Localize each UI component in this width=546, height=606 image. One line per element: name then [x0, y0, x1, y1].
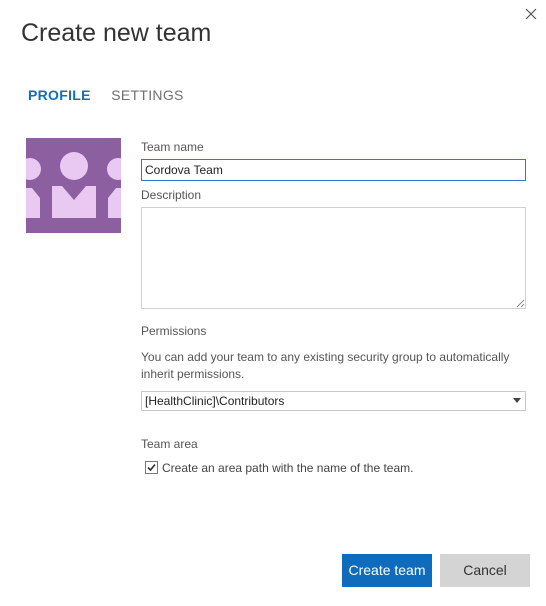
area-path-checkbox-label[interactable]: Create an area path with the name of the…	[162, 461, 413, 475]
tab-profile[interactable]: PROFILE	[28, 87, 91, 103]
dialog-title: Create new team	[21, 19, 212, 47]
team-area-label: Team area	[141, 437, 198, 451]
cancel-button[interactable]: Cancel	[440, 554, 530, 587]
description-textarea[interactable]	[141, 207, 526, 309]
permissions-help-text: You can add your team to any existing se…	[141, 350, 510, 381]
area-path-option: Create an area path with the name of the…	[145, 459, 413, 477]
close-icon[interactable]	[521, 4, 541, 24]
team-avatar[interactable]	[26, 138, 121, 233]
checkmark-icon	[147, 464, 156, 472]
tab-settings[interactable]: SETTINGS	[111, 87, 183, 103]
create-team-button[interactable]: Create team	[342, 554, 432, 587]
team-name-label: Team name	[141, 140, 204, 154]
team-name-input[interactable]	[141, 159, 526, 181]
permissions-select[interactable]: [HealthClinic]\Contributors	[141, 391, 526, 411]
team-avatar-icon	[26, 152, 121, 218]
description-label: Description	[141, 188, 202, 202]
resize-grip-icon[interactable]	[515, 298, 525, 308]
permissions-label: Permissions	[141, 324, 207, 338]
permissions-selected-value: [HealthClinic]\Contributors	[145, 394, 285, 408]
tab-bar: PROFILE SETTINGS	[28, 87, 200, 105]
area-path-checkbox[interactable]	[145, 461, 158, 475]
chevron-down-icon	[513, 398, 521, 403]
